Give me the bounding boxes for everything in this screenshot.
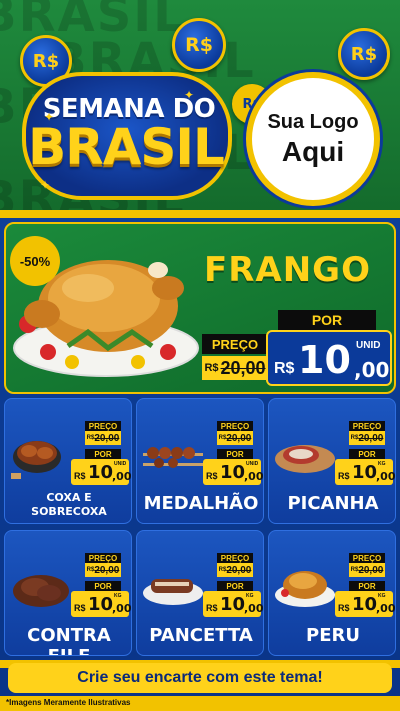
price-unit: UNID xyxy=(246,461,259,467)
price-integer: 10 xyxy=(220,594,246,615)
sparkle-icon: ✦ xyxy=(184,88,195,102)
sparkle-icon: ✦ xyxy=(44,110,55,124)
new-price: R$ 10 KG ,00 xyxy=(203,591,264,617)
coin-icon: R$ xyxy=(338,28,390,80)
price-integer: 10 xyxy=(88,462,114,483)
sparkle-icon: ✦ xyxy=(40,178,51,192)
emblem-title-main: BRASIL xyxy=(28,118,225,176)
new-price: R$ 10 KG ,00 xyxy=(71,591,132,617)
new-price-label: POR xyxy=(217,449,253,459)
new-price: R$ 10 UNID ,00 xyxy=(203,459,264,485)
featured-product-name: FRANGO xyxy=(204,250,371,290)
old-price-label: PREÇO xyxy=(349,553,385,563)
discount-badge: -50% xyxy=(10,236,60,286)
product-card-1[interactable]: PREÇO R$ 20,00 POR R$ 10 UNID ,00 MEDALHÃ… xyxy=(136,398,264,524)
price-unit: KG xyxy=(378,593,386,599)
new-price: R$ 10 UNID ,00 xyxy=(266,330,392,386)
product-card-0[interactable]: PREÇO R$ 20,00 POR R$ 10 UNID ,00 COXA E … xyxy=(4,398,132,524)
product-name: PICANHA xyxy=(287,493,379,514)
old-price: R$ 20,00 xyxy=(349,563,385,577)
disclaimer-text: *Imagens Meramente Ilustrativas xyxy=(6,698,131,707)
old-price-label: PREÇO xyxy=(202,334,268,354)
price-unit: KG xyxy=(114,593,122,599)
product-card-4[interactable]: PREÇO R$ 20,00 POR R$ 10 KG ,00 PANCETTA xyxy=(136,530,264,656)
price-decimal: ,00 xyxy=(244,602,264,615)
new-price-label: POR xyxy=(278,310,376,330)
price-decimal: ,00 xyxy=(112,602,132,615)
old-price-currency: R$ xyxy=(204,362,219,374)
price-unit: UNID xyxy=(114,461,127,467)
product-card-5[interactable]: PREÇO R$ 20,00 POR R$ 10 KG ,00 PERU xyxy=(268,530,396,656)
product-name: MEDALHÃO xyxy=(143,493,259,514)
logo-text-line1: Sua Logo xyxy=(267,110,359,133)
price-currency: R$ xyxy=(338,603,350,613)
new-price: R$ 10 KG ,00 xyxy=(335,591,396,617)
price-currency: R$ xyxy=(274,360,295,377)
price-currency: R$ xyxy=(338,471,350,481)
price-currency: R$ xyxy=(74,471,86,481)
price-decimal: ,00 xyxy=(376,602,396,615)
price-integer: 10 xyxy=(88,594,114,615)
price-decimal: ,00 xyxy=(376,470,396,483)
new-price-label: POR xyxy=(349,581,385,591)
new-price-label: POR xyxy=(349,449,385,459)
old-price-label: PREÇO xyxy=(85,553,121,563)
price-unit: KG xyxy=(378,461,386,467)
coin-icon: R$ xyxy=(172,18,226,72)
old-price: R$ 20,00 xyxy=(85,563,121,577)
old-price-label: PREÇO xyxy=(85,421,121,431)
old-price: R$ 20,00 xyxy=(217,431,253,445)
new-price: R$ 10 UNID ,00 xyxy=(71,459,132,485)
new-price: R$ 10 KG ,00 xyxy=(335,459,396,485)
old-price-label: PREÇO xyxy=(217,421,253,431)
product-name: PANCETTA xyxy=(149,625,253,646)
old-price: R$ 20,00 xyxy=(202,356,268,380)
price-currency: R$ xyxy=(206,471,218,481)
old-price: R$ 20,00 xyxy=(349,431,385,445)
logo-text-line2: Aqui xyxy=(281,135,345,167)
cta-banner[interactable]: Crie seu encarte com este tema! xyxy=(8,663,392,693)
price-currency: R$ xyxy=(206,603,218,613)
price-decimal: ,00 xyxy=(354,358,390,382)
divider-stripe xyxy=(0,210,400,218)
new-price-label: POR xyxy=(217,581,253,591)
price-unit: KG xyxy=(246,593,254,599)
product-name: COXA E SOBRECOXA xyxy=(31,491,107,518)
price-integer: 10 xyxy=(298,338,351,382)
new-price-label: POR xyxy=(85,449,121,459)
product-name: CONTRA FILE xyxy=(27,625,111,655)
old-price: R$ 20,00 xyxy=(85,431,121,445)
price-decimal: ,00 xyxy=(112,470,132,483)
product-card-2[interactable]: PREÇO R$ 20,00 POR R$ 10 KG ,00 PICANHA xyxy=(268,398,396,524)
price-integer: 10 xyxy=(352,462,378,483)
product-card-3[interactable]: PREÇO R$20,00 POR R$ 10 KG ,00 CONTRA FI… xyxy=(4,530,132,656)
price-currency: R$ xyxy=(74,603,86,613)
price-integer: 10 xyxy=(220,462,246,483)
new-price-label: POR xyxy=(85,581,121,591)
price-integer: 10 xyxy=(352,594,378,615)
old-price-label: PREÇO xyxy=(349,421,385,431)
product-name: PERU xyxy=(306,625,360,646)
logo-placeholder[interactable]: Sua Logo Aqui xyxy=(246,72,380,206)
price-unit: UNID xyxy=(356,340,381,351)
old-price: R$ 20,00 xyxy=(217,563,253,577)
price-decimal: ,00 xyxy=(244,470,264,483)
old-price-label: PREÇO xyxy=(217,553,253,563)
old-price-value: 20,00 xyxy=(220,357,266,378)
